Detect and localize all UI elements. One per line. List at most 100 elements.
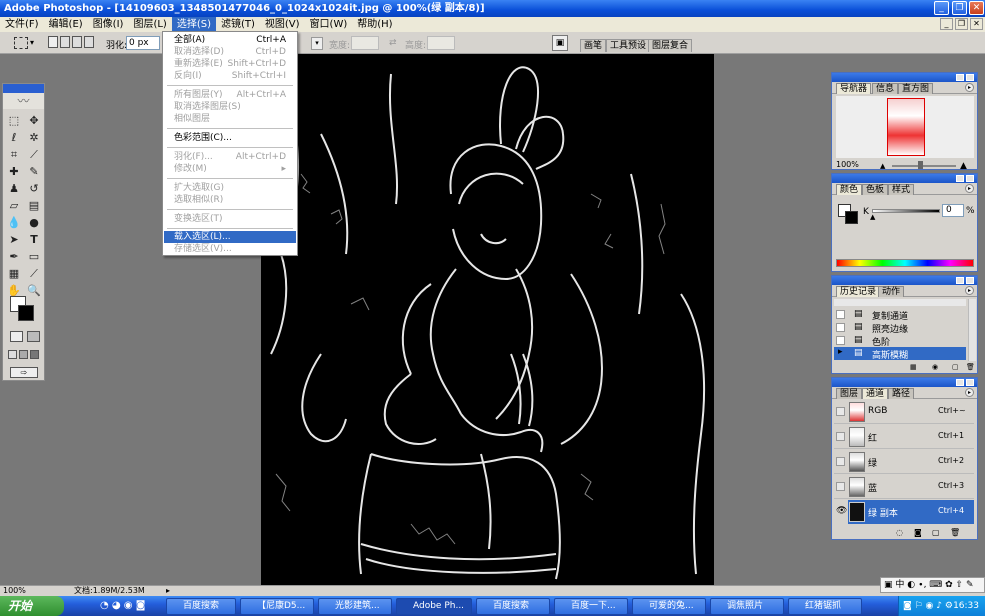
history-item[interactable]: ▤ 色阶 (834, 334, 966, 347)
dodge-tool-icon[interactable]: ● (25, 215, 43, 231)
crop-tool-icon[interactable]: ⌗ (5, 147, 23, 163)
history-brush-source-checkbox[interactable] (836, 323, 845, 332)
tab-color[interactable]: 颜色 (836, 184, 862, 195)
jump-to-imageready-icon[interactable]: ⇨ (10, 367, 38, 378)
doc-minimize-button[interactable]: _ (940, 18, 953, 30)
well-tab-layer-comps[interactable]: 图层复合 (648, 39, 692, 52)
screen-mode-full-menu-icon[interactable] (19, 350, 28, 359)
zoom-slider-thumb[interactable] (918, 161, 923, 169)
shape-tool-icon[interactable]: ▭ (25, 249, 43, 265)
panel-minimize-icon[interactable] (956, 175, 964, 182)
style-dropdown-chevron-icon[interactable]: ▾ (311, 37, 323, 50)
menu-view[interactable]: 视图(V) (260, 17, 305, 32)
start-button[interactable]: 开始 (0, 596, 64, 616)
gradient-tool-icon[interactable]: ▤ (25, 198, 43, 214)
taskbar-button-2[interactable]: 【尼康D5... (240, 598, 314, 615)
tray-icons[interactable]: ◙ ⚐ ◉ ♪ ⚙ (899, 601, 953, 611)
channel-row-green-copy[interactable]: 👁 绿 副本 Ctrl+4 (834, 500, 974, 524)
menu-item-modify[interactable]: 修改(M)▸ (164, 163, 296, 175)
taskbar-button-5[interactable]: 百度搜索 (476, 598, 550, 615)
save-selection-as-channel-icon[interactable]: ◙ (914, 528, 922, 537)
taskbar-button-photoshop[interactable]: Adobe Ph... (396, 598, 472, 615)
lasso-tool-icon[interactable]: ℓ (5, 130, 23, 146)
brush-tool-icon[interactable]: ✎ (25, 164, 43, 180)
channel-row-red[interactable]: 红 Ctrl+1 (834, 425, 974, 449)
panel-menu-arrow-icon[interactable]: ▸ (965, 286, 974, 295)
taskbar-button-3[interactable]: 光影建筑... (318, 598, 392, 615)
ime-status-icons[interactable]: ▣ 中 ◐ ∙, ⌨ ✿ ⇧ ✎ (881, 580, 974, 590)
load-channel-as-selection-icon[interactable]: ◌ (896, 528, 903, 537)
file-browser-icon[interactable]: ▣ (552, 35, 568, 51)
menu-item-similar-layers[interactable]: 相似图层 (164, 113, 296, 125)
history-snapshot-row[interactable] (834, 299, 966, 306)
path-selection-tool-icon[interactable]: ➤ (5, 232, 23, 248)
status-zoom[interactable]: 100% (3, 586, 26, 596)
feather-input[interactable]: 0 px (126, 36, 160, 50)
new-selection-icon[interactable] (48, 36, 58, 48)
height-input[interactable] (427, 36, 455, 50)
taskbar-button-8[interactable]: 调焦照片 (710, 598, 784, 615)
menu-item-feather[interactable]: 羽化(F)...Alt+Ctrl+D (164, 151, 296, 163)
zoom-in-icon[interactable]: ▲ (960, 161, 967, 171)
magic-wand-tool-icon[interactable]: ✲ (25, 130, 43, 146)
intersect-selection-icon[interactable] (84, 36, 94, 48)
menu-item-similar[interactable]: 选取相似(R) (164, 194, 296, 206)
panel-menu-arrow-icon[interactable]: ▸ (965, 184, 974, 193)
zoom-out-icon[interactable]: ▲ (880, 162, 885, 170)
menu-item-save-selection[interactable]: 存储选区(V)... (164, 243, 296, 255)
doc-restore-button[interactable]: ❐ (955, 18, 968, 30)
history-item-selected[interactable]: ▸ ▤ 高斯模糊 (834, 347, 966, 360)
taskbar-button-9[interactable]: 红猪锯抓 (788, 598, 862, 615)
navigator-zoom-value[interactable]: 100% (836, 160, 859, 169)
menu-layer[interactable]: 图层(L) (128, 17, 171, 32)
snapshot-icon[interactable]: ◉ (932, 363, 938, 371)
blur-tool-icon[interactable]: 💧 (5, 215, 23, 231)
quick-launch-icons[interactable]: ◔ ◕ ◉ ◙ (100, 600, 145, 611)
screen-mode-full-icon[interactable] (30, 350, 39, 359)
menu-item-color-range[interactable]: 色彩范围(C)... (164, 132, 296, 144)
background-color-swatch[interactable] (18, 305, 34, 321)
history-brush-tool-icon[interactable]: ↺ (25, 181, 43, 197)
history-item[interactable]: ▤ 复制通道 (834, 308, 966, 321)
add-selection-icon[interactable] (60, 36, 70, 48)
well-tab-brushes[interactable]: 画笔 (580, 39, 606, 52)
standard-mode-icon[interactable] (10, 331, 23, 342)
visibility-eye-toggle[interactable] (836, 482, 845, 491)
menu-item-deselect[interactable]: 取消选择(D)Ctrl+D (164, 46, 296, 58)
channel-row-blue[interactable]: 蓝 Ctrl+3 (834, 475, 974, 499)
panel-menu-arrow-icon[interactable]: ▸ (965, 83, 974, 92)
zoom-slider[interactable] (892, 165, 956, 167)
menu-image[interactable]: 图像(I) (88, 17, 129, 32)
status-menu-arrow-icon[interactable]: ▸ (166, 586, 170, 596)
k-slider-thumb[interactable]: ▲ (870, 213, 875, 221)
menu-filter[interactable]: 滤镜(T) (216, 17, 260, 32)
close-button[interactable]: ✕ (969, 1, 984, 15)
width-input[interactable] (351, 36, 379, 50)
healing-brush-tool-icon[interactable]: ✚ (5, 164, 23, 180)
zoom-tool-icon[interactable]: 🔍 (25, 283, 43, 299)
panel-header[interactable] (832, 73, 977, 82)
taskbar-button-7[interactable]: 可爱的兔... (632, 598, 706, 615)
menu-item-deselect-layers[interactable]: 取消选择图层(S) (164, 101, 296, 113)
marquee-tool-preset-icon[interactable] (14, 37, 28, 49)
history-item[interactable]: ▤ 照亮边缘 (834, 321, 966, 334)
tab-channels[interactable]: 通道 (862, 388, 888, 399)
eye-icon[interactable]: 👁 (836, 506, 847, 516)
clone-stamp-tool-icon[interactable]: ♟ (5, 181, 23, 197)
menu-item-inverse[interactable]: 反向(I)Shift+Ctrl+I (164, 70, 296, 82)
swap-icon[interactable]: ⇄ (389, 38, 397, 48)
k-value-input[interactable]: 0 (942, 204, 964, 217)
document-canvas[interactable] (261, 54, 714, 585)
panel-minimize-icon[interactable] (956, 74, 964, 81)
pen-tool-icon[interactable]: ✒ (5, 249, 23, 265)
panel-minimize-icon[interactable] (956, 379, 964, 386)
taskbar-button-6[interactable]: 百度一下... (554, 598, 628, 615)
panel-close-icon[interactable] (966, 175, 974, 182)
panel-header[interactable] (832, 276, 977, 285)
k-slider-track[interactable] (872, 209, 940, 213)
panel-header[interactable] (832, 378, 977, 387)
slice-tool-icon[interactable]: ⟋ (25, 147, 43, 163)
channel-row-green[interactable]: 绿 Ctrl+2 (834, 450, 974, 474)
history-brush-source-checkbox[interactable] (836, 336, 845, 345)
history-scrollbar[interactable] (968, 299, 976, 361)
